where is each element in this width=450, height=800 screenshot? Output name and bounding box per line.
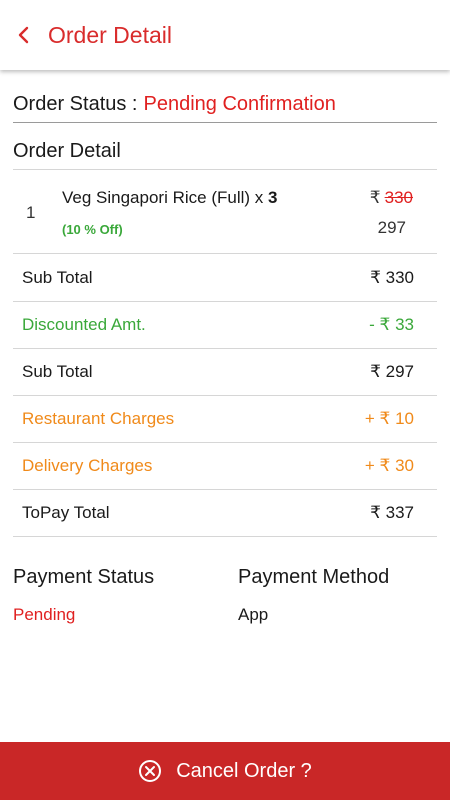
payment-status-value: Pending xyxy=(13,605,76,624)
summary-row-restaurant-charges: Restaurant Charges + ₹ 10 xyxy=(13,396,437,443)
currency-symbol: ₹ xyxy=(369,188,381,207)
summary-value: ₹ 297 xyxy=(370,362,414,381)
payment-method-label: Payment Method xyxy=(238,566,390,588)
summary-label: Sub Total xyxy=(22,362,93,381)
summary-value: - ₹ 33 xyxy=(369,315,414,334)
summary-value: ₹ 337 xyxy=(370,503,414,522)
chevron-left-icon xyxy=(18,26,29,44)
cancel-order-button[interactable]: Cancel Order ? xyxy=(0,742,450,800)
summary-row-discount: Discounted Amt. - ₹ 33 xyxy=(13,302,437,349)
back-button[interactable] xyxy=(2,0,46,70)
item-final-price: 297 xyxy=(377,218,406,237)
summary-label: Restaurant Charges xyxy=(22,409,175,428)
item-name: Veg Singapori Rice (Full) x 3 xyxy=(62,188,277,208)
item-original-amount: 330 xyxy=(384,188,413,207)
order-item: 1 Veg Singapori Rice (Full) x 3 (10 % Of… xyxy=(13,172,437,254)
close-circle-icon xyxy=(139,760,162,782)
app-bar: Order Detail xyxy=(0,0,450,70)
order-detail-heading: Order Detail xyxy=(13,133,437,170)
item-discount: (10 % Off) xyxy=(62,222,123,237)
summary-row-topay-total: ToPay Total ₹ 337 xyxy=(13,490,437,537)
summary-row-subtotal: Sub Total ₹ 330 xyxy=(13,255,437,302)
summary-label: Sub Total xyxy=(22,268,93,287)
summary-value: + ₹ 30 xyxy=(364,456,414,475)
order-status-label: Order Status : xyxy=(13,92,138,115)
item-count: 3 xyxy=(267,188,278,207)
summary-row-subtotal-after-discount: Sub Total ₹ 297 xyxy=(13,349,437,396)
item-index: 1 xyxy=(26,203,36,222)
summary-label: Discounted Amt. xyxy=(22,315,146,334)
bill-summary: Sub Total ₹ 330 Discounted Amt. - ₹ 33 S… xyxy=(13,255,437,537)
payment-status: Payment Status Pending xyxy=(13,566,154,625)
page-title: Order Detail xyxy=(48,21,172,48)
summary-label: Delivery Charges xyxy=(22,456,153,475)
summary-label: ToPay Total xyxy=(22,503,110,522)
item-name-text: Veg Singapori Rice (Full) x xyxy=(62,188,268,207)
item-original-price: ₹330 xyxy=(370,188,413,208)
payment-method: Payment Method App xyxy=(238,566,389,625)
summary-value: + ₹ 10 xyxy=(364,409,414,428)
summary-value: ₹ 330 xyxy=(370,268,414,287)
summary-row-delivery-charges: Delivery Charges + ₹ 30 xyxy=(13,443,437,490)
cancel-order-label: Cancel Order ? xyxy=(176,759,312,782)
payment-method-value: App xyxy=(238,605,269,624)
payment-status-label: Payment Status xyxy=(13,566,155,588)
order-status-value: Pending Confirmation xyxy=(143,92,336,115)
order-status: Order Status : Pending Confirmation xyxy=(13,86,437,123)
